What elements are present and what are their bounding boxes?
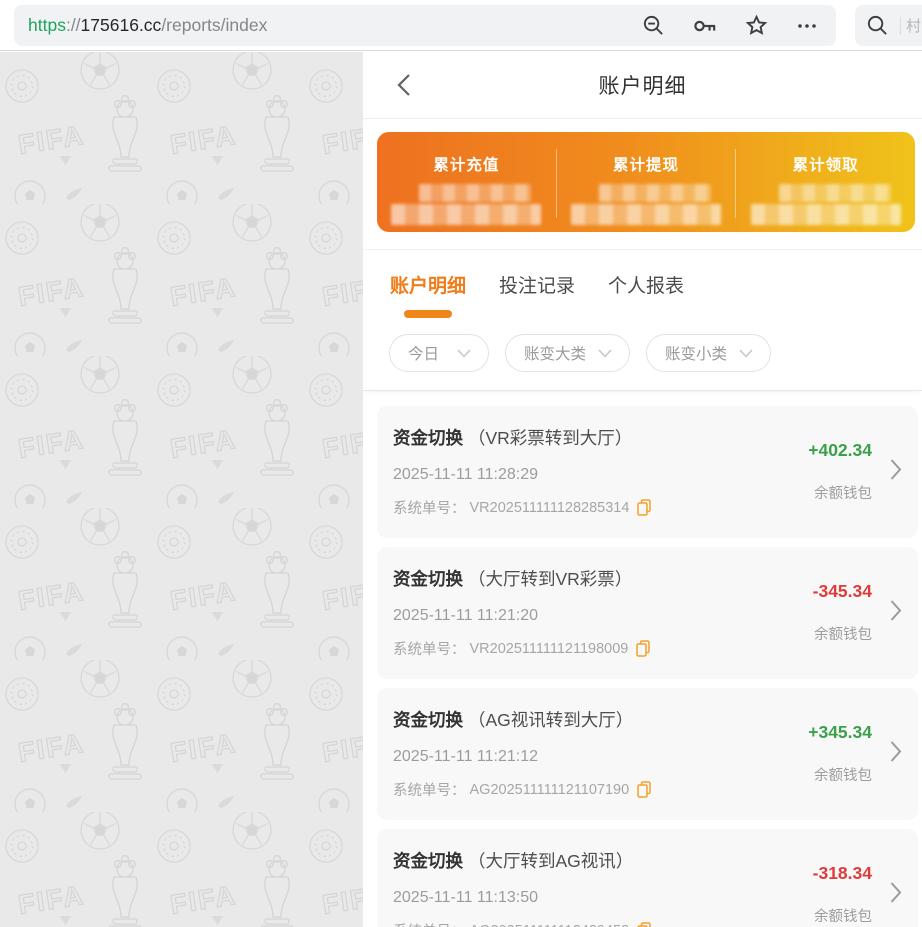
masked-value (571, 184, 721, 225)
transaction-row[interactable]: 资金切换（大厅转到VR彩票） 2025-11-11 11:21:20 系统单号：… (377, 547, 918, 679)
summary-card: 累计充值 累计提现 累计领取 (377, 132, 915, 232)
order-number: VR202511111121198009 (470, 641, 629, 657)
back-button[interactable] (389, 70, 419, 100)
summary-label: 累计领取 (793, 153, 859, 175)
tab-personal-report[interactable]: 个人报表 (608, 271, 684, 318)
order-label: 系统单号： (393, 497, 466, 518)
summary-total-deposit: 累计充值 (377, 132, 556, 232)
star-icon[interactable] (745, 14, 768, 37)
transaction-amount: +345.34 (808, 722, 872, 743)
summary-label: 累计提现 (613, 153, 679, 175)
chevron-right-icon[interactable] (890, 600, 902, 627)
fifa-pattern-art: FIFA (0, 52, 363, 927)
url-text[interactable]: https://175616.cc/reports/index (28, 15, 642, 36)
filter-label: 账变大类 (524, 342, 586, 364)
zoom-out-icon[interactable] (642, 14, 665, 37)
url-host: 175616.cc (81, 15, 162, 35)
filter-date-dropdown[interactable]: 今日 (389, 334, 489, 372)
transaction-datetime: 2025-11-11 11:13:50 (393, 889, 651, 907)
browser-bar: https://175616.cc/reports/index (0, 0, 922, 51)
tab-bet-records[interactable]: 投注记录 (499, 271, 575, 318)
order-label: 系统单号： (393, 779, 466, 800)
url-path: /reports/index (161, 15, 267, 35)
transaction-order: 系统单号：VR202511111121198009 (393, 638, 650, 659)
app-view: 账户明细 累计充值 累计提现 累计领取 (363, 52, 922, 927)
transaction-amount: -345.34 (813, 581, 872, 602)
transaction-order: 系统单号：AG202511111121107190 (393, 779, 651, 800)
app-header: 账户明细 (363, 52, 922, 119)
copy-icon[interactable] (636, 640, 650, 657)
filter-major-category-dropdown[interactable]: 账变大类 (505, 334, 630, 372)
transaction-title: 资金切换（AG视讯转到大厅） (393, 707, 651, 732)
tab-label: 个人报表 (608, 276, 684, 297)
wallet-label: 余额钱包 (814, 764, 872, 785)
order-number: AG202511111121107190 (470, 782, 630, 798)
order-number: AG202511111113489458 (470, 923, 630, 927)
chevron-right-icon[interactable] (890, 459, 902, 486)
transaction-title: 资金切换（大厅转到VR彩票） (393, 566, 650, 591)
transaction-title: 资金切换（大厅转到AG视讯） (393, 848, 651, 873)
address-bar[interactable]: https://175616.cc/reports/index (14, 5, 836, 46)
copy-icon[interactable] (637, 499, 651, 516)
transaction-row[interactable]: 资金切换（大厅转到AG视讯） 2025-11-11 11:13:50 系统单号：… (377, 829, 918, 927)
url-separator: :// (66, 15, 81, 35)
copy-icon[interactable] (637, 781, 651, 798)
transaction-title: 资金切换（VR彩票转到大厅） (393, 425, 651, 450)
url-scheme: https (28, 15, 66, 35)
masked-value (751, 184, 901, 225)
transaction-order: 系统单号： AG202511111113489458 (393, 920, 651, 927)
tab-label: 投注记录 (499, 276, 575, 297)
order-label: 系统单号： (393, 920, 466, 927)
chevron-right-icon[interactable] (890, 882, 902, 909)
wallet-label: 余额钱包 (814, 623, 872, 644)
active-tab-underline (404, 310, 452, 318)
more-menu-icon[interactable] (795, 14, 819, 38)
order-number: VR202511111128285314 (470, 500, 630, 516)
transaction-datetime: 2025-11-11 11:28:29 (393, 466, 651, 484)
filter-minor-category-dropdown[interactable]: 账变小类 (646, 334, 771, 372)
filter-label: 账变小类 (665, 342, 727, 364)
transaction-amount: -318.34 (813, 863, 872, 884)
tab-bar: 账户明细 投注记录 个人报表 (363, 249, 922, 318)
search-divider (900, 17, 901, 35)
chevron-down-icon (457, 349, 471, 358)
wallet-label: 余额钱包 (814, 482, 872, 503)
transaction-datetime: 2025-11-11 11:21:20 (393, 607, 650, 625)
tab-account-details[interactable]: 账户明细 (390, 271, 466, 318)
copy-icon[interactable] (637, 922, 651, 927)
transaction-amount: +402.34 (808, 440, 872, 461)
transaction-order: 系统单号：VR202511111128285314 (393, 497, 651, 518)
browser-search-box[interactable]: 村 (855, 5, 922, 46)
summary-total-withdrawal: 累计提现 (557, 132, 736, 232)
filter-label: 今日 (408, 342, 439, 364)
page-title: 账户明细 (599, 70, 687, 100)
summary-label: 累计充值 (433, 153, 499, 175)
wallet-label: 余额钱包 (814, 905, 872, 926)
key-icon[interactable] (692, 15, 718, 37)
search-icon (866, 14, 889, 37)
chevron-down-icon (739, 349, 753, 358)
back-chevron-icon (397, 73, 411, 97)
chevron-right-icon[interactable] (890, 741, 902, 768)
search-hint-text: 村 (906, 15, 921, 36)
transaction-row[interactable]: 资金切换（VR彩票转到大厅） 2025-11-11 11:28:29 系统单号：… (377, 406, 918, 538)
chevron-down-icon (598, 349, 612, 358)
masked-value (391, 184, 541, 225)
transaction-datetime: 2025-11-11 11:21:12 (393, 748, 651, 766)
summary-total-received: 累计领取 (736, 132, 915, 232)
transaction-list: 资金切换（VR彩票转到大厅） 2025-11-11 11:28:29 系统单号：… (363, 391, 922, 927)
filter-bar: 今日 账变大类 账变小类 (363, 318, 922, 391)
order-label: 系统单号： (393, 638, 466, 659)
tab-label: 账户明细 (390, 276, 466, 297)
fifa-pattern-background: FIFA (0, 52, 363, 927)
transaction-row[interactable]: 资金切换（AG视讯转到大厅） 2025-11-11 11:21:12 系统单号：… (377, 688, 918, 820)
